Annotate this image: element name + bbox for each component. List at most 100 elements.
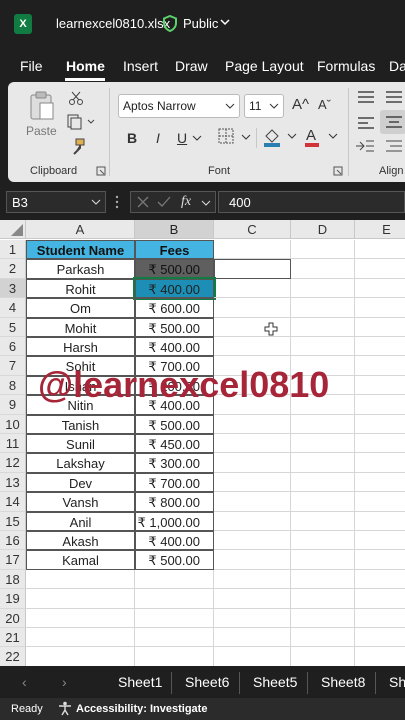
student-name-cell[interactable]: Rohit [26, 278, 135, 299]
cell[interactable] [355, 628, 405, 648]
fee-cell[interactable]: ₹ 500.00 [135, 414, 214, 434]
row-header[interactable]: 20 [0, 608, 26, 628]
cell[interactable] [355, 279, 405, 299]
scroll-right-icon[interactable]: › [62, 674, 67, 690]
fee-cell[interactable]: ₹ 500.00 [135, 317, 214, 337]
row-header[interactable]: 3 [0, 278, 26, 299]
row-header[interactable]: 6 [0, 337, 26, 357]
cell[interactable] [291, 298, 355, 318]
cell[interactable] [355, 512, 405, 531]
row-header[interactable]: 22 [0, 647, 26, 666]
sheet-tab[interactable]: Sheet6 [185, 674, 229, 690]
cell[interactable] [214, 434, 291, 454]
row-header[interactable]: 21 [0, 628, 26, 648]
cell[interactable] [291, 492, 355, 512]
cell[interactable] [214, 453, 291, 473]
cell[interactable] [291, 628, 355, 648]
fee-cell[interactable]: ₹ 450.00 [135, 434, 214, 454]
cell[interactable] [291, 550, 355, 570]
cell[interactable] [214, 511, 291, 531]
cell[interactable] [355, 318, 405, 337]
cell[interactable] [214, 278, 291, 299]
cell[interactable] [214, 414, 291, 434]
chevron-down-icon[interactable] [201, 199, 211, 207]
chevron-down-icon[interactable] [192, 134, 202, 142]
format-painter-icon[interactable] [68, 138, 86, 156]
cell[interactable] [355, 647, 405, 666]
shrink-font-button[interactable]: Aˇ [318, 97, 331, 112]
cell[interactable] [355, 589, 405, 609]
cell[interactable] [355, 415, 405, 434]
cell[interactable] [355, 259, 405, 279]
row-header[interactable]: 2 [0, 259, 26, 279]
fee-cell[interactable]: ₹ 400.00 [135, 531, 214, 551]
visibility-label[interactable]: Public [183, 16, 218, 31]
row-header[interactable]: 9 [0, 395, 26, 415]
row-header[interactable]: 1 [0, 240, 26, 260]
fill-color-icon[interactable] [262, 126, 298, 148]
fee-cell[interactable]: ₹ 600.00 [135, 298, 214, 318]
cell[interactable] [214, 337, 291, 357]
worksheet-grid[interactable]: A B C D E 1 Student Name Fees 2 Parkash ₹ 500… [0, 220, 405, 666]
cell[interactable] [291, 531, 355, 551]
italic-button[interactable]: I [156, 130, 160, 146]
student-name-cell[interactable]: Om [26, 298, 135, 318]
cell[interactable] [291, 647, 355, 666]
header-cell-student-name[interactable]: Student Name [26, 240, 135, 260]
cancel-icon[interactable] [137, 196, 149, 208]
cell[interactable] [355, 531, 405, 551]
cell[interactable] [291, 511, 355, 531]
align-middle-icon[interactable] [384, 90, 404, 104]
menu-data[interactable]: Da [389, 58, 405, 74]
row-header[interactable]: 18 [0, 569, 26, 590]
fee-cell[interactable]: ₹ 700.00 [135, 472, 214, 493]
row-header[interactable]: 5 [0, 317, 26, 337]
cell[interactable] [291, 434, 355, 454]
accessibility-icon[interactable] [58, 701, 72, 716]
student-name-cell[interactable]: Mohit [26, 317, 135, 337]
cell[interactable] [214, 492, 291, 512]
cell[interactable] [355, 240, 405, 260]
cell[interactable] [291, 453, 355, 473]
student-name-cell[interactable]: Akash [26, 531, 135, 551]
cell[interactable] [214, 647, 291, 666]
copy-icon[interactable] [66, 114, 96, 130]
accessibility-status[interactable]: Accessibility: Investigate [76, 703, 207, 715]
font-color-icon[interactable]: A [303, 126, 341, 148]
row-header[interactable]: 11 [0, 434, 26, 454]
student-name-cell[interactable]: Lakshay [26, 453, 135, 473]
menu-insert[interactable]: Insert [123, 58, 158, 74]
file-name[interactable]: learnexcel0810.xlsx [56, 16, 170, 31]
indent-icon[interactable] [354, 138, 376, 154]
paste-label[interactable]: Paste [26, 124, 57, 138]
cell[interactable] [214, 240, 291, 260]
cell[interactable] [355, 550, 405, 570]
cell[interactable] [291, 317, 355, 337]
column-header-e[interactable]: E [355, 220, 405, 239]
column-header-a[interactable]: A [26, 220, 135, 239]
cell[interactable] [355, 395, 405, 415]
cell[interactable] [355, 492, 405, 512]
cell[interactable] [26, 647, 135, 666]
cell[interactable] [355, 570, 405, 590]
menu-file[interactable]: File [20, 58, 43, 74]
row-header[interactable]: 10 [0, 414, 26, 434]
cell[interactable] [26, 589, 135, 609]
bold-button[interactable]: B [127, 130, 137, 146]
cell[interactable] [214, 569, 291, 590]
cell[interactable] [291, 337, 355, 357]
enter-icon[interactable] [157, 196, 171, 208]
cell[interactable] [135, 628, 214, 648]
cell[interactable] [214, 531, 291, 551]
cell[interactable] [291, 240, 355, 260]
fee-cell[interactable]: ₹ 800.00 [135, 492, 214, 512]
cut-icon[interactable] [68, 90, 84, 106]
active-cell[interactable]: ₹ 400.00 [133, 276, 216, 301]
cell[interactable] [355, 298, 405, 318]
cell[interactable] [355, 609, 405, 628]
cell[interactable] [214, 589, 291, 609]
row-header[interactable]: 16 [0, 531, 26, 551]
outdent-icon[interactable] [384, 138, 404, 154]
cell[interactable] [214, 298, 291, 318]
row-header[interactable]: 17 [0, 550, 26, 570]
